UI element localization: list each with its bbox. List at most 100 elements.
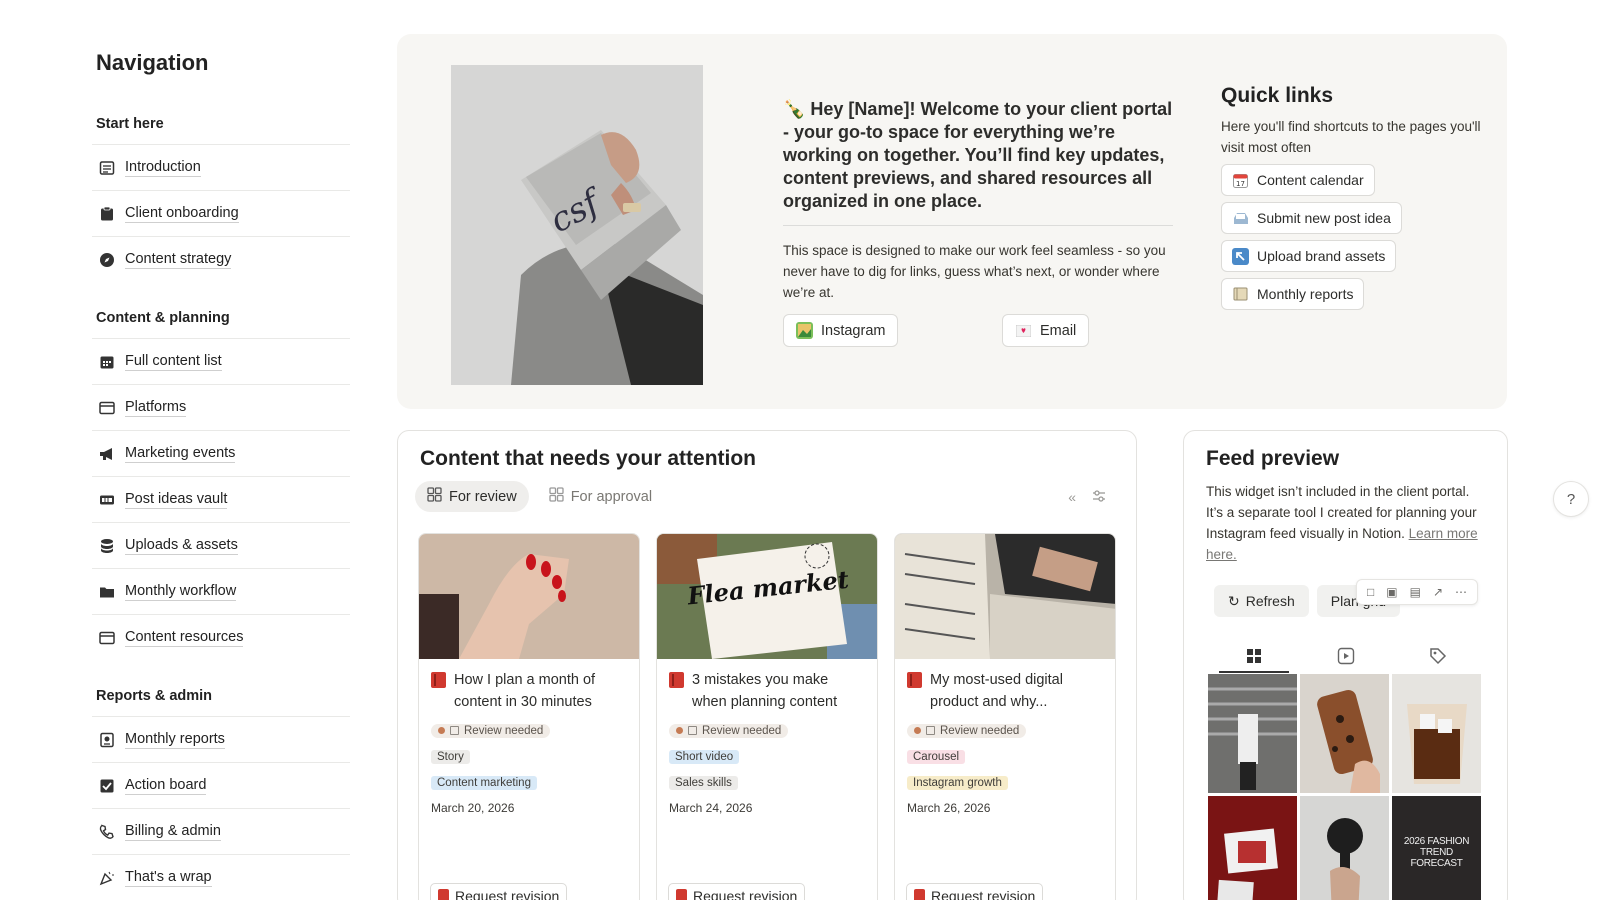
sidebar-item-content-resources[interactable]: Content resources [92,614,350,660]
email-button[interactable]: Email [1002,314,1090,347]
card-cover-image [419,534,639,659]
hero-photo: csf [451,65,703,385]
compass-icon [98,251,116,269]
filter-settings-icon[interactable] [1092,489,1106,506]
feed-post[interactable] [1392,674,1481,793]
quick-links-description: Here you'll find shortcuts to the pages … [1221,119,1481,155]
collapse-icon[interactable]: « [1068,489,1076,506]
red-book-icon [907,672,922,688]
request-revision-button[interactable]: Request revision [430,883,568,900]
request-revision-button[interactable]: Request revision [906,883,1044,900]
more-options-icon[interactable]: ⋯ [1455,585,1467,599]
feed-description: This widget isn’t included in the client… [1206,484,1478,562]
database-icon [98,537,116,555]
sidebar-item-introduction[interactable]: Introduction [92,144,350,190]
tagged-tab-icon[interactable] [1403,641,1473,671]
topic-tag: Sales skills [669,775,738,790]
reels-tab-icon[interactable] [1311,641,1381,671]
quick-link-label: Content calendar [1257,172,1364,188]
content-card[interactable]: My most-used digital product and why... … [894,533,1116,900]
sidebar-item-client-onboarding[interactable]: Client onboarding [92,190,350,236]
comment-icon[interactable]: □ [1367,585,1374,599]
layout-icon[interactable]: ▣ [1386,585,1397,599]
sidebar-item-label: That's a wrap [125,868,212,887]
sidebar-item-full-content-list[interactable]: Full content list [92,338,350,384]
checkbox-icon [98,777,116,795]
status-badge: Review needed [669,723,789,738]
card-date: March 20, 2026 [431,800,515,815]
red-book-icon [669,672,684,688]
sidebar-item-action-board[interactable]: Action board [92,762,350,808]
content-card[interactable]: How I plan a month of content in 30 minu… [418,533,640,900]
block-toolbar: □ ▣ ▤ ↗ ⋯ [1356,579,1478,605]
section-start-here: Start here [96,116,164,132]
email-label: Email [1040,322,1077,339]
tab-for-review[interactable]: For review [415,481,529,512]
help-button[interactable]: ? [1553,481,1589,517]
feed-post[interactable] [1300,796,1389,900]
sidebar-item-content-strategy[interactable]: Content strategy [92,236,350,282]
postbox-icon [676,889,687,900]
card-cover-image: Flea market [657,534,877,659]
attention-panel: Content that needs your attention For re… [397,430,1137,900]
attention-title: Content that needs your attention [420,447,756,470]
feed-post[interactable]: 2026 FASHION TREND FORECAST [1392,796,1481,900]
megaphone-icon [98,445,116,463]
tab-for-approval[interactable]: For approval [537,481,664,512]
browser-window-icon [98,399,116,417]
welcome-block: 🍾 Hey [Name]! Welcome to your client por… [783,98,1173,303]
sidebar-item-billing-admin[interactable]: Billing & admin [92,808,350,854]
view-tabs: For review For approval [415,481,664,512]
submit-post-idea-link[interactable]: Submit new post idea [1221,202,1402,234]
trend-forecast-text: 2026 FASHION TREND FORECAST [1403,836,1470,869]
sidebar-item-post-ideas-vault[interactable]: Post ideas vault [92,476,350,522]
sidebar-item-label: Billing & admin [125,822,221,841]
content-card[interactable]: Flea market 3 mistakes you make when pla… [656,533,878,900]
feed-post[interactable] [1208,796,1297,900]
feed-title: Feed preview [1206,447,1340,470]
open-external-icon[interactable]: ↗ [1433,585,1443,599]
refresh-icon: ↻ [1228,592,1240,609]
sidebar-item-monthly-workflow[interactable]: Monthly workflow [92,568,350,614]
request-revision-button[interactable]: Request revision [668,883,806,900]
red-book-icon [431,672,446,688]
sidebar-item-label: Platforms [125,398,187,417]
feed-post[interactable] [1208,674,1297,793]
topic-tag: Instagram growth [907,775,1008,790]
welcome-headline: 🍾 Hey [Name]! Welcome to your client por… [783,99,1173,211]
sidebar-item-monthly-reports[interactable]: Monthly reports [92,716,350,762]
sidebar-item-platforms[interactable]: Platforms [92,384,350,430]
content-calendar-link[interactable]: 17 Content calendar [1221,164,1375,196]
instagram-button[interactable]: Instagram [783,314,899,347]
format-tag: Short video [669,749,740,764]
calendar-page-icon [98,159,116,177]
quick-links-title: Quick links [1221,84,1334,107]
feed-post[interactable] [1300,674,1389,793]
clipboard-icon [98,205,116,223]
calendar-emoji-icon: 17 [1232,172,1249,189]
card-gallery: How I plan a month of content in 30 minu… [418,533,1116,900]
sidebar-item-label: Monthly workflow [125,582,237,601]
folder-icon [98,583,116,601]
topic-tag: Content marketing [431,775,537,790]
embed-icon[interactable]: ▤ [1410,585,1421,599]
refresh-button[interactable]: ↻ Refresh [1214,585,1309,617]
card-title: How I plan a month of content in 30 minu… [454,672,596,710]
notebook-icon [1232,286,1249,303]
format-tag: Story [431,749,470,764]
view-tools: « [1068,489,1106,506]
section-content-planning: Content & planning [96,310,230,326]
upload-brand-assets-link[interactable]: Upload brand assets [1221,240,1397,272]
grid-tab-icon[interactable] [1219,641,1289,673]
sidebar-item-uploads-assets[interactable]: Uploads & assets [92,522,350,568]
sidebar-item-label: Marketing events [125,444,236,463]
sidebar-item-thats-a-wrap[interactable]: That's a wrap [92,854,350,900]
hero-panel: csf 🍾 Hey [Name]! Welcome to your client… [397,34,1507,409]
instagram-label: Instagram [821,322,886,339]
quick-link-label: Submit new post idea [1257,210,1391,226]
arrow-up-left-icon [1232,247,1249,265]
sidebar-item-marketing-events[interactable]: Marketing events [92,430,350,476]
browser-window-icon [98,629,116,647]
monthly-reports-link[interactable]: Monthly reports [1221,278,1365,310]
welcome-body: This space is designed to make our work … [783,243,1166,300]
